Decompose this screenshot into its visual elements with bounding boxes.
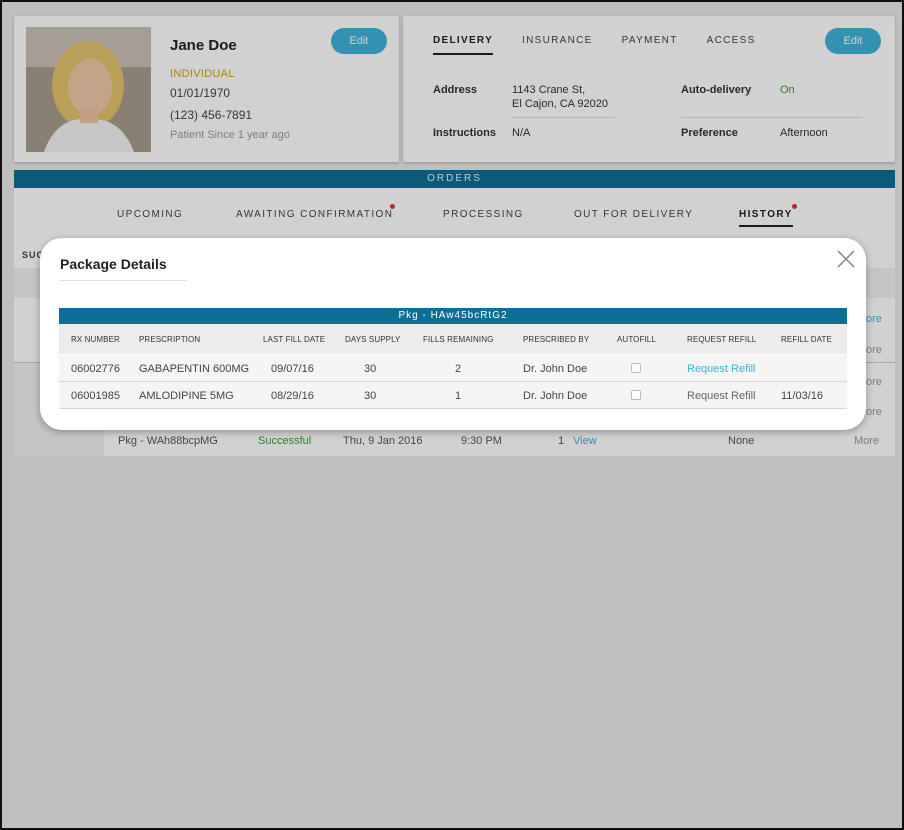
table-header: RX NUMBER PRESCRIPTION LAST FILL DATE DA… (59, 324, 847, 354)
rx-number: 06001985 (71, 390, 120, 402)
column-header: FILLS REMAINING (423, 335, 494, 344)
column-header: REFILL DATE (781, 335, 832, 344)
last-fill-date: 08/29/16 (271, 390, 314, 402)
column-header: RX NUMBER (71, 335, 120, 344)
rx-number: 06002776 (71, 363, 120, 375)
fills-remaining: 2 (455, 363, 462, 375)
column-header: AUTOFILL (617, 335, 656, 344)
last-fill-date: 09/07/16 (271, 363, 314, 375)
close-icon[interactable] (835, 248, 857, 270)
prescription: GABAPENTIN 600MG (139, 363, 250, 375)
table-row: 06002776 GABAPENTIN 600MG 09/07/16 30 2 … (59, 355, 847, 382)
prescriber: Dr. John Doe (523, 390, 588, 402)
prescription: AMLODIPINE 5MG (139, 390, 234, 402)
table-row: 06001985 AMLODIPINE 5MG 08/29/16 30 1 Dr… (59, 382, 847, 409)
column-header: PRESCRIBED BY (523, 335, 590, 344)
request-refill-link[interactable]: Request Refill (687, 390, 755, 402)
days-supply: 30 (364, 390, 377, 402)
autofill-checkbox[interactable] (631, 363, 641, 373)
package-id-bar: Pkg - HAw45bcRtG2 (59, 308, 847, 324)
fills-remaining: 1 (455, 390, 462, 402)
prescriber: Dr. John Doe (523, 363, 588, 375)
modal-title: Package Details (60, 256, 187, 281)
refill-date: 11/03/16 (781, 390, 824, 402)
request-refill-link[interactable]: Request Refill (687, 363, 755, 375)
app-frame: Jane Doe INDIVIDUAL 01/01/1970 (123) 456… (0, 0, 904, 830)
days-supply: 30 (364, 363, 377, 375)
column-header: DAYS SUPPLY (345, 335, 401, 344)
autofill-checkbox[interactable] (631, 390, 641, 400)
column-header: LAST FILL DATE (263, 335, 326, 344)
column-header: REQUEST REFILL (687, 335, 757, 344)
package-details-modal: Package Details Pkg - HAw45bcRtG2 RX NUM… (40, 238, 866, 430)
column-header: PRESCRIPTION (139, 335, 201, 344)
